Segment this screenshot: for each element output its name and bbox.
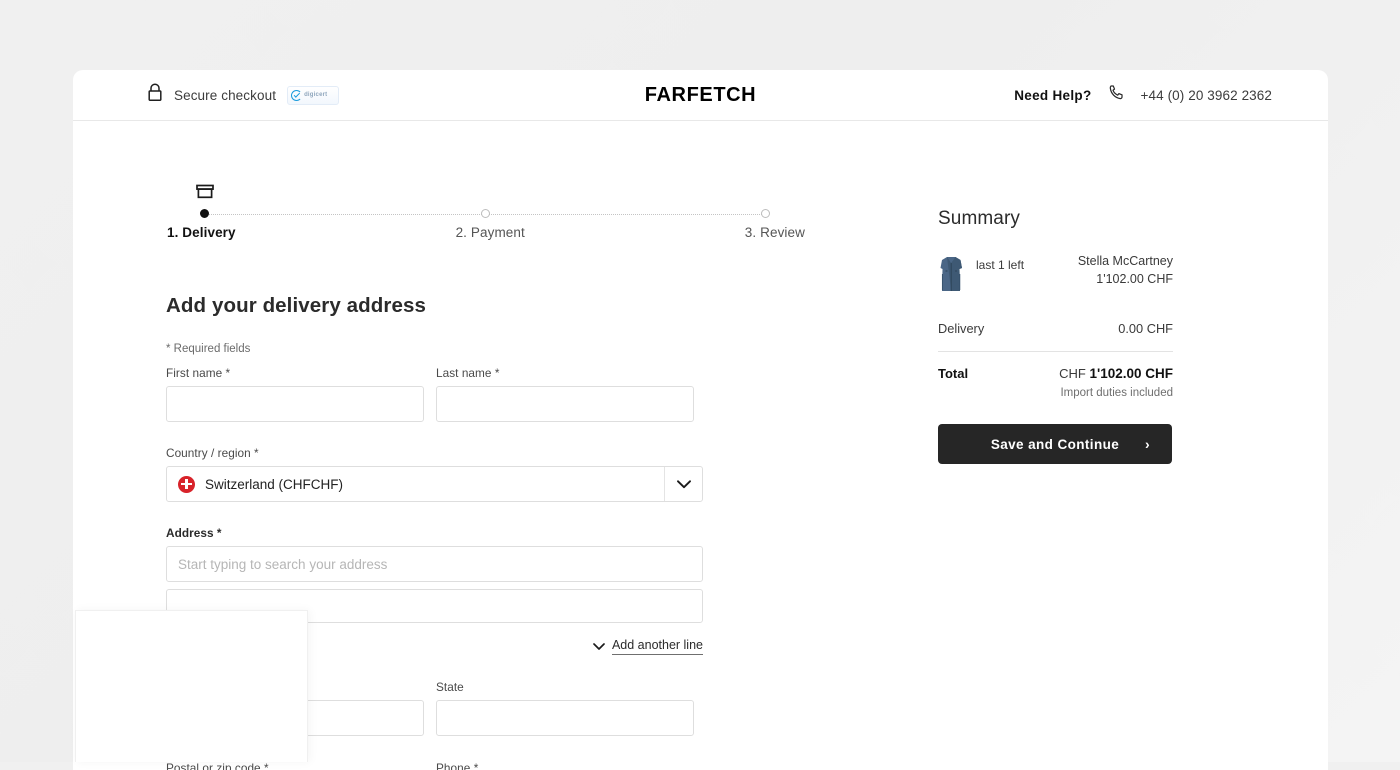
country-select[interactable]: Switzerland (CHFCHF): [166, 466, 703, 502]
save-and-continue-label: Save and Continue: [990, 436, 1120, 452]
state-label: State: [436, 680, 464, 694]
postal-phone-row: Postal or zip code * Phone *: [166, 761, 926, 770]
item-details: Stella McCartney 1'102.00 CHF: [1078, 254, 1173, 286]
last-name-input[interactable]: [436, 386, 694, 422]
country-selected-value: Switzerland (CHFCHF): [205, 476, 344, 492]
postal-code-label: Postal or zip code *: [166, 761, 269, 770]
add-another-line-label: Add another line: [611, 638, 703, 655]
swiss-flag-icon: [178, 475, 195, 493]
stepper-track: [167, 209, 805, 219]
total-amount: 1'102.00 CHF: [1089, 366, 1173, 381]
farfetch-logo[interactable]: FARFETCH: [73, 84, 1328, 107]
stepper-dot-review[interactable]: [761, 209, 770, 218]
summary-divider: [938, 351, 1173, 352]
add-another-line-button[interactable]: Add another line: [593, 638, 703, 655]
address-search-input[interactable]: [166, 546, 703, 582]
total-value: CHF 1'102.00 CHF: [1059, 366, 1173, 381]
checkout-stepper: 1. Delivery 2. Payment 3. Review: [167, 184, 805, 240]
stepper-label-payment[interactable]: 2. Payment: [456, 225, 525, 240]
last-name-label: Last name *: [436, 366, 500, 380]
address-field: Address *: [166, 526, 703, 623]
address-suggestions-overlay[interactable]: [75, 610, 308, 762]
total-currency: CHF: [1059, 366, 1086, 381]
last-name-field: Last name *: [436, 366, 694, 422]
total-label: Total: [938, 366, 969, 381]
phone-label: Phone *: [436, 761, 479, 770]
delivery-cost-row: Delivery 0.00 CHF: [938, 321, 1173, 336]
page-title: Add your delivery address: [166, 294, 426, 317]
address-label: Address *: [166, 526, 222, 540]
item-price: 1'102.00 CHF: [1096, 272, 1173, 286]
site-header: Secure checkout digicert FARFETCH Need H…: [73, 70, 1328, 121]
required-fields-note: * Required fields: [166, 343, 251, 355]
state-input[interactable]: [436, 700, 694, 736]
state-field: State: [436, 680, 694, 736]
stepper-labels: 1. Delivery 2. Payment 3. Review: [167, 225, 805, 240]
summary-title: Summary: [938, 208, 1020, 229]
country-chevron-down-icon[interactable]: [664, 467, 702, 501]
total-row: Total CHF 1'102.00 CHF: [938, 366, 1173, 381]
delivery-label: Delivery: [938, 321, 985, 336]
summary-line-item: last 1 left Stella McCartney 1'102.00 CH…: [938, 254, 1173, 295]
postal-code-field: Postal or zip code *: [166, 761, 424, 770]
item-stock-label: last 1 left: [976, 258, 1025, 272]
country-field: Country / region * Switzerland (CHFCHF): [166, 446, 703, 502]
name-field-row: First name * Last name *: [166, 366, 926, 422]
phone-field: Phone *: [436, 761, 694, 770]
add-another-line-chevron-down-icon: [593, 640, 605, 654]
chevron-right-icon: ›: [1144, 436, 1150, 452]
first-name-label: First name *: [166, 366, 231, 380]
item-brand: Stella McCartney: [1077, 254, 1173, 268]
stepper-dot-payment[interactable]: [481, 209, 490, 218]
delivery-value: 0.00 CHF: [1118, 321, 1173, 336]
stepper-label-delivery[interactable]: 1. Delivery: [167, 225, 236, 240]
package-icon: [194, 181, 216, 208]
first-name-field: First name *: [166, 366, 424, 422]
stepper-dot-delivery[interactable]: [200, 209, 209, 218]
denim-jacket-thumbnail[interactable]: [938, 254, 965, 295]
save-and-continue-button[interactable]: Save and Continue ›: [938, 424, 1172, 464]
first-name-input[interactable]: [166, 386, 424, 422]
import-duties-note: Import duties included: [1060, 387, 1173, 399]
order-summary-panel: Summary last 1 left Stella McCartney 1'1…: [938, 121, 1173, 770]
stepper-label-review[interactable]: 3. Review: [745, 225, 805, 240]
country-label: Country / region *: [166, 446, 259, 460]
